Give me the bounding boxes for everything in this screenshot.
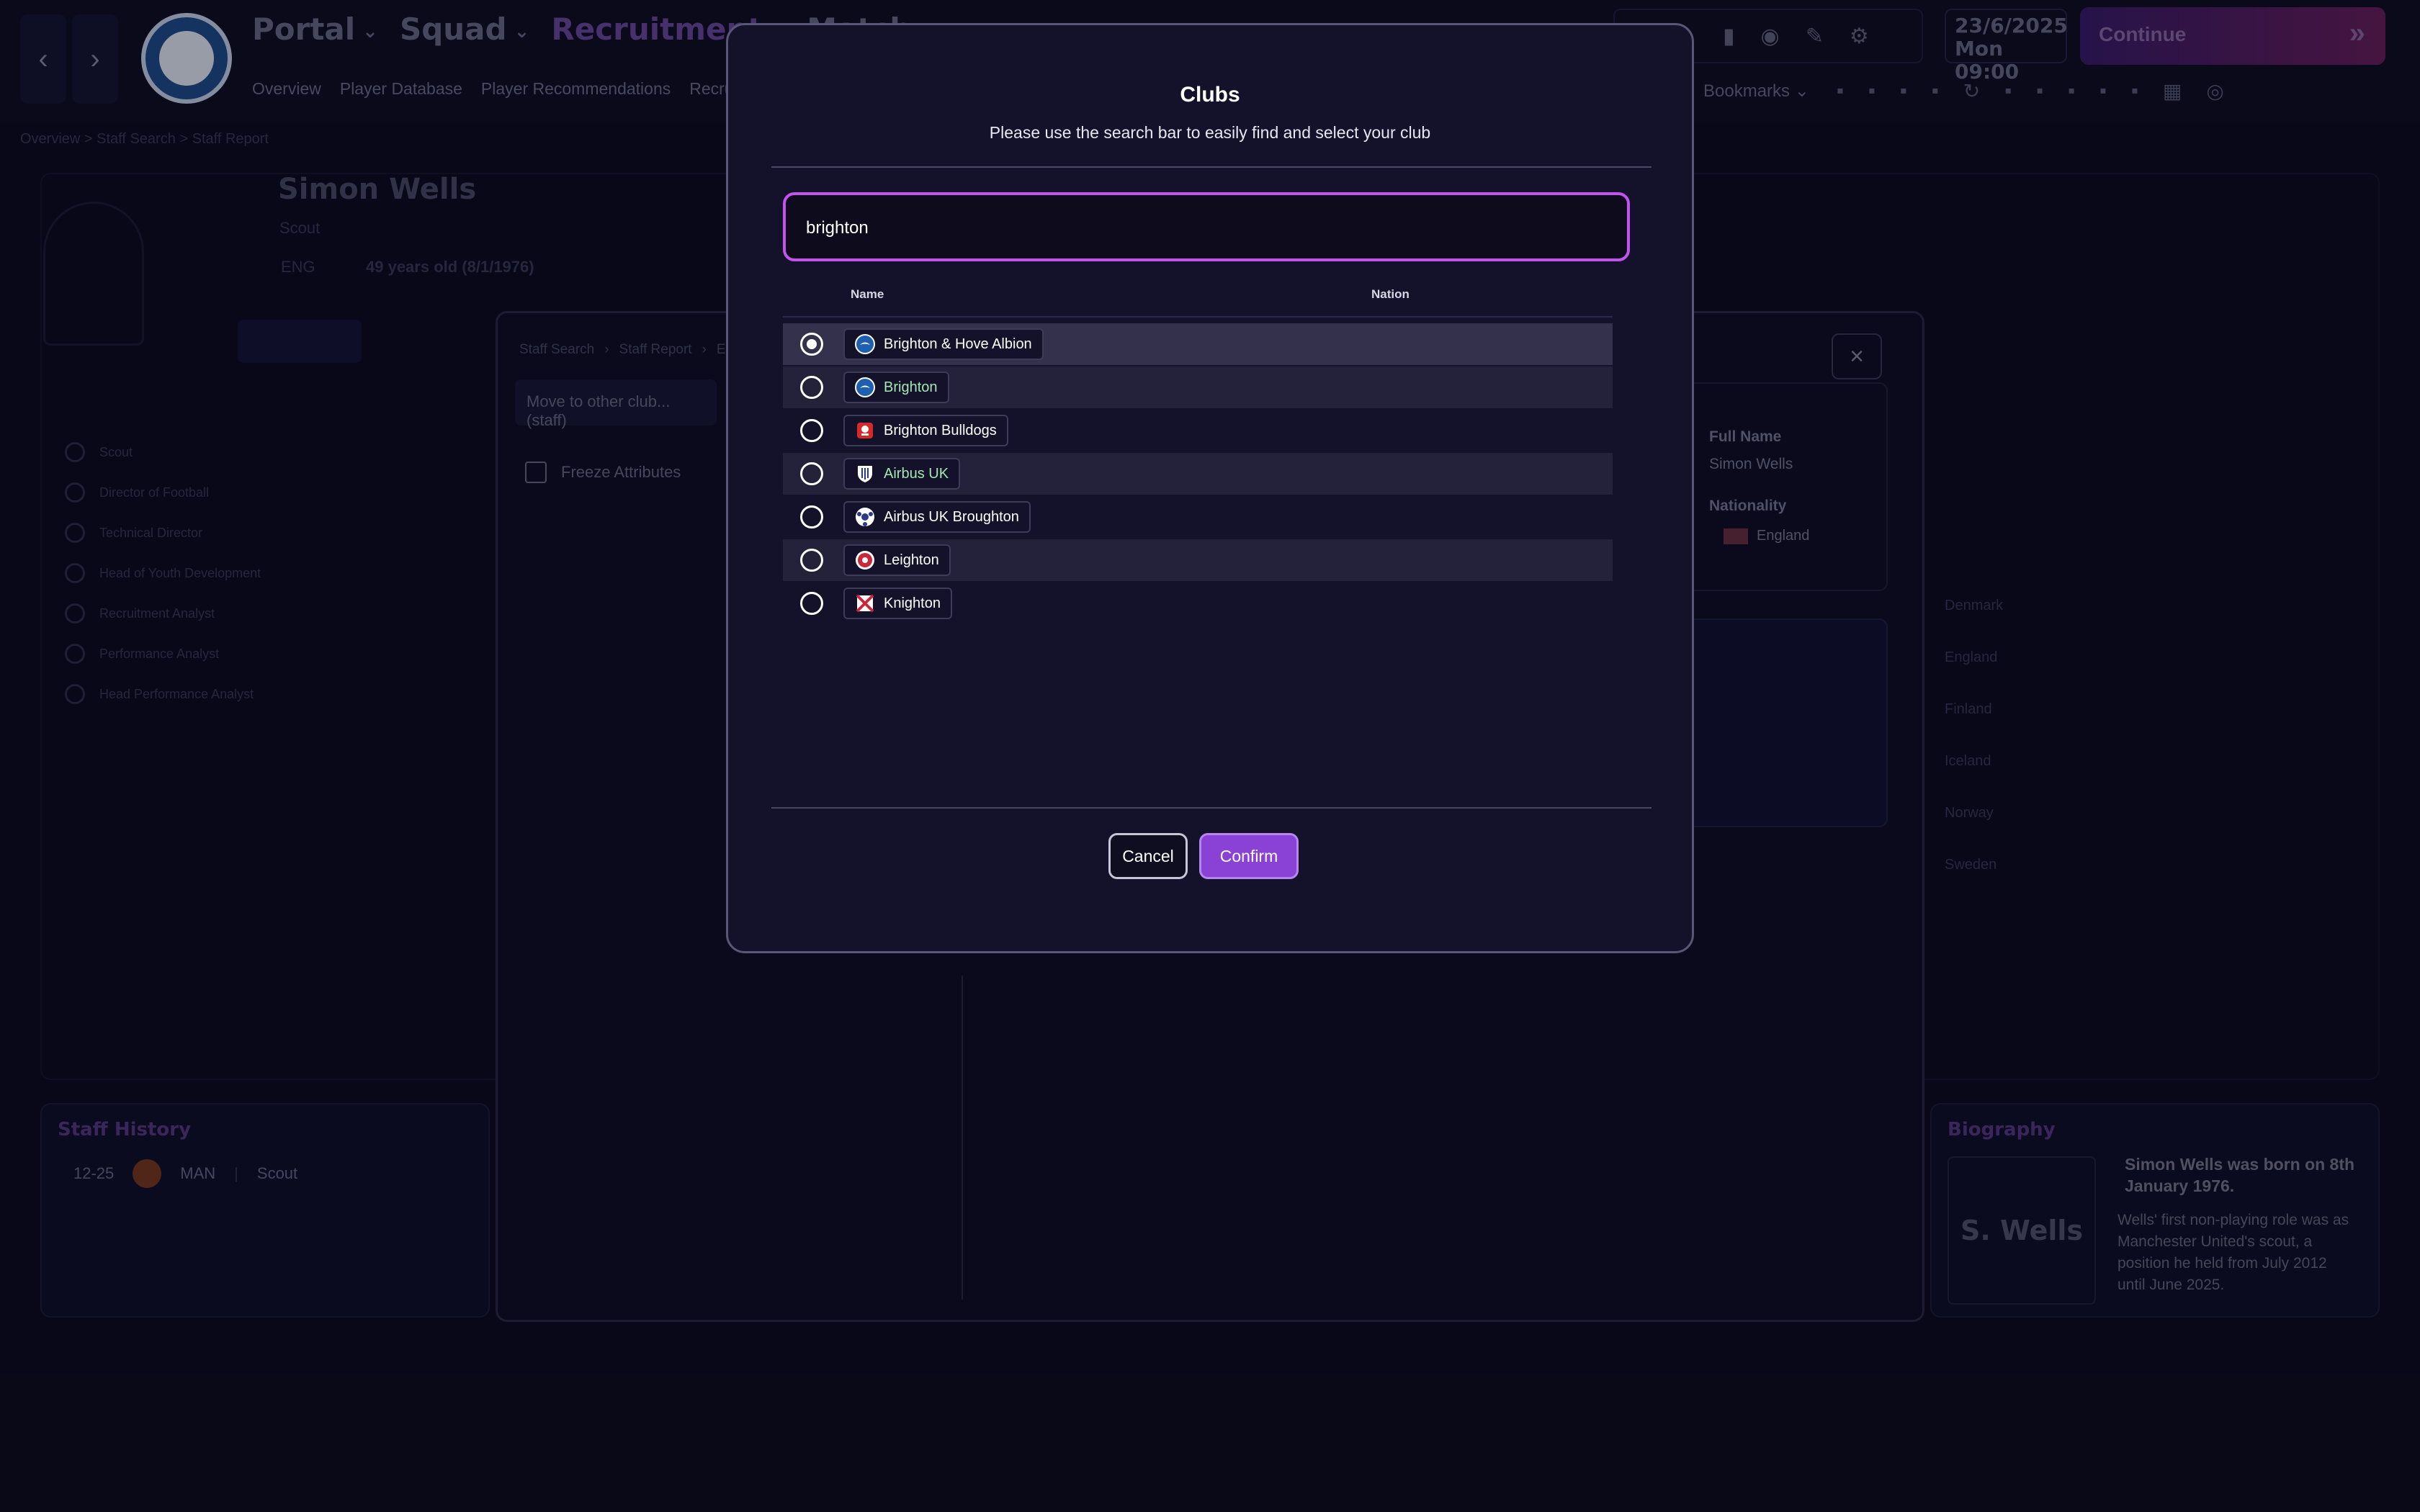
airbus-shield-icon [855,464,875,484]
club-row[interactable]: Airbus UK Broughton [783,496,1613,538]
leighton-crest-icon [855,550,875,570]
clubs-dialog: Clubs Please use the search bar to easil… [726,23,1694,953]
club-row[interactable]: Brighton & Hove Albion [783,323,1613,365]
radio-button[interactable] [800,505,823,528]
confirm-button[interactable]: Confirm [1199,833,1299,879]
club-pill[interactable]: Knighton [843,588,952,619]
knighton-crest-icon [855,593,875,613]
divider [771,807,1652,809]
club-row[interactable]: Brighton Bulldogs [783,410,1613,451]
club-pill[interactable]: Brighton [843,372,949,403]
club-row[interactable]: Knighton [783,582,1613,624]
radio-button[interactable] [800,376,823,399]
club-row[interactable]: Leighton [783,539,1613,581]
brighton-crest-icon [855,377,875,397]
club-search-input[interactable]: brighton [783,192,1630,261]
cancel-button[interactable]: Cancel [1108,833,1188,879]
brighton-crest-icon [855,334,875,354]
radio-button[interactable] [800,419,823,442]
club-row[interactable]: Brighton [783,366,1613,408]
column-header-nation[interactable]: Nation [1371,287,1410,302]
club-pill[interactable]: Airbus UK [843,458,961,490]
club-pill[interactable]: Airbus UK Broughton [843,501,1031,533]
divider [771,166,1652,168]
radio-button[interactable] [800,462,823,485]
radio-button-selected[interactable] [800,333,823,356]
airbus-ball-icon [855,507,875,527]
club-pill[interactable]: Brighton Bulldogs [843,415,1008,446]
column-header-name[interactable]: Name [851,287,884,302]
dialog-title: Clubs [1180,83,1240,107]
radio-button[interactable] [800,549,823,572]
club-pill[interactable]: Brighton & Hove Albion [843,328,1044,360]
table-header-divider [783,316,1613,318]
dialog-subtitle: Please use the search bar to easily find… [989,123,1431,142]
bulldogs-crest-icon [855,420,875,441]
club-pill[interactable]: Leighton [843,544,951,576]
club-row[interactable]: Airbus UK [783,453,1613,495]
radio-button[interactable] [800,592,823,615]
